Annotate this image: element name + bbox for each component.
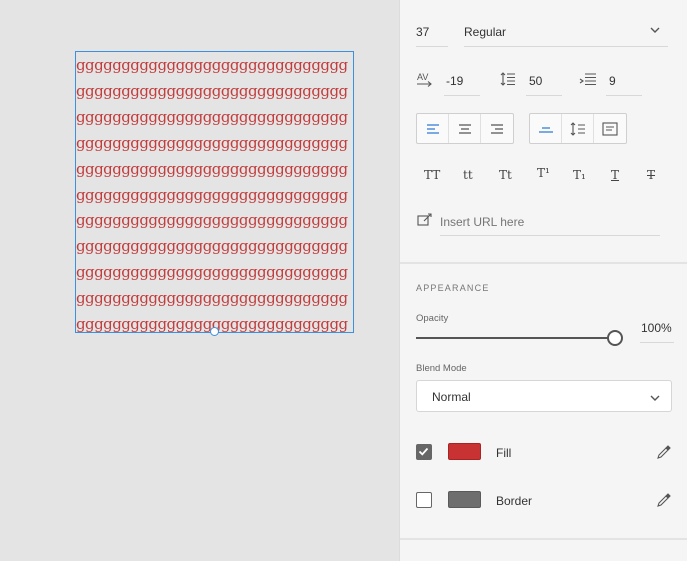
auto-width-button[interactable] [530,114,562,143]
url-input[interactable] [440,213,656,231]
subscript-button[interactable]: T₁ [573,168,586,182]
resize-handle[interactable] [210,327,219,336]
artboard-canvas[interactable]: gggggggggggggggggggggggggggggggggggggggg… [0,0,399,561]
align-center-icon [458,123,471,134]
text-type-group [529,113,627,144]
auto-height-button[interactable] [562,114,594,143]
auto-width-icon [538,126,553,133]
font-size-input[interactable]: 37 [416,25,429,39]
auto-height-icon [570,121,585,136]
text-content[interactable]: gggggggggggggggggggggggggggggggggggggggg… [76,52,353,332]
superscript-button[interactable]: T¹ [537,166,550,180]
superscript-label: T¹ [537,166,550,180]
chevron-down-icon[interactable] [650,24,660,38]
character-spacing-icon: AV [416,71,434,92]
opacity-label: Opacity [416,313,449,324]
text-align-group [416,113,514,144]
blend-mode-value: Normal [432,390,471,404]
char-spacing-input[interactable]: -19 [446,74,463,88]
all-caps-button[interactable]: TT [424,168,440,182]
font-weight-underline [464,46,668,47]
checkmark-icon [418,447,429,456]
link-edit-icon [417,213,433,230]
strikethrough-button[interactable]: T [647,168,655,182]
subscript-label: T₁ [573,168,586,182]
align-left-button[interactable] [417,114,449,143]
border-checkbox[interactable] [416,492,432,508]
opacity-slider-knob[interactable] [607,330,623,346]
font-weight-select[interactable]: Regular [464,25,506,39]
svg-text:AV: AV [417,72,428,82]
align-center-button[interactable] [449,114,481,143]
selected-text-box[interactable]: gggggggggggggggggggggggggggggggggggggggg… [75,51,354,333]
blend-mode-select[interactable]: Normal [416,380,672,412]
font-size-underline [416,46,448,47]
title-case-button[interactable]: Tt [499,168,512,182]
fixed-size-icon [602,121,618,136]
paragraph-spacing-underline [606,95,642,96]
char-spacing-underline [444,95,480,96]
align-right-button[interactable] [481,114,513,143]
url-underline [440,235,660,236]
border-eyedropper-icon[interactable] [656,492,672,513]
chevron-down-icon [650,390,660,408]
line-spacing-icon [500,71,516,90]
opacity-value[interactable]: 100% [641,321,672,335]
fill-eyedropper-icon[interactable] [656,444,672,465]
opacity-slider-track[interactable] [416,337,616,339]
fixed-size-button[interactable] [594,114,626,143]
lowercase-button[interactable]: tt [463,168,473,182]
fill-checkbox[interactable] [416,444,432,460]
section-divider [400,262,687,264]
paragraph-spacing-icon [579,71,597,90]
blend-mode-label: Blend Mode [416,363,467,374]
line-spacing-input[interactable]: 50 [529,74,542,88]
appearance-heading: APPEARANCE [416,283,490,293]
opacity-value-underline [640,342,674,343]
align-left-icon [426,123,439,134]
border-label: Border [496,494,533,508]
align-right-icon [491,123,503,134]
fill-label: Fill [496,446,512,460]
border-color-swatch[interactable] [448,491,481,508]
line-spacing-underline [526,95,562,96]
properties-panel: 37 Regular AV -19 50 9 TT tt Tt T¹ T₁ T … [399,0,687,561]
paragraph-spacing-input[interactable]: 9 [609,74,616,88]
fill-color-swatch[interactable] [448,443,481,460]
section-divider-bottom [400,538,687,540]
underline-button[interactable]: T [611,168,619,182]
